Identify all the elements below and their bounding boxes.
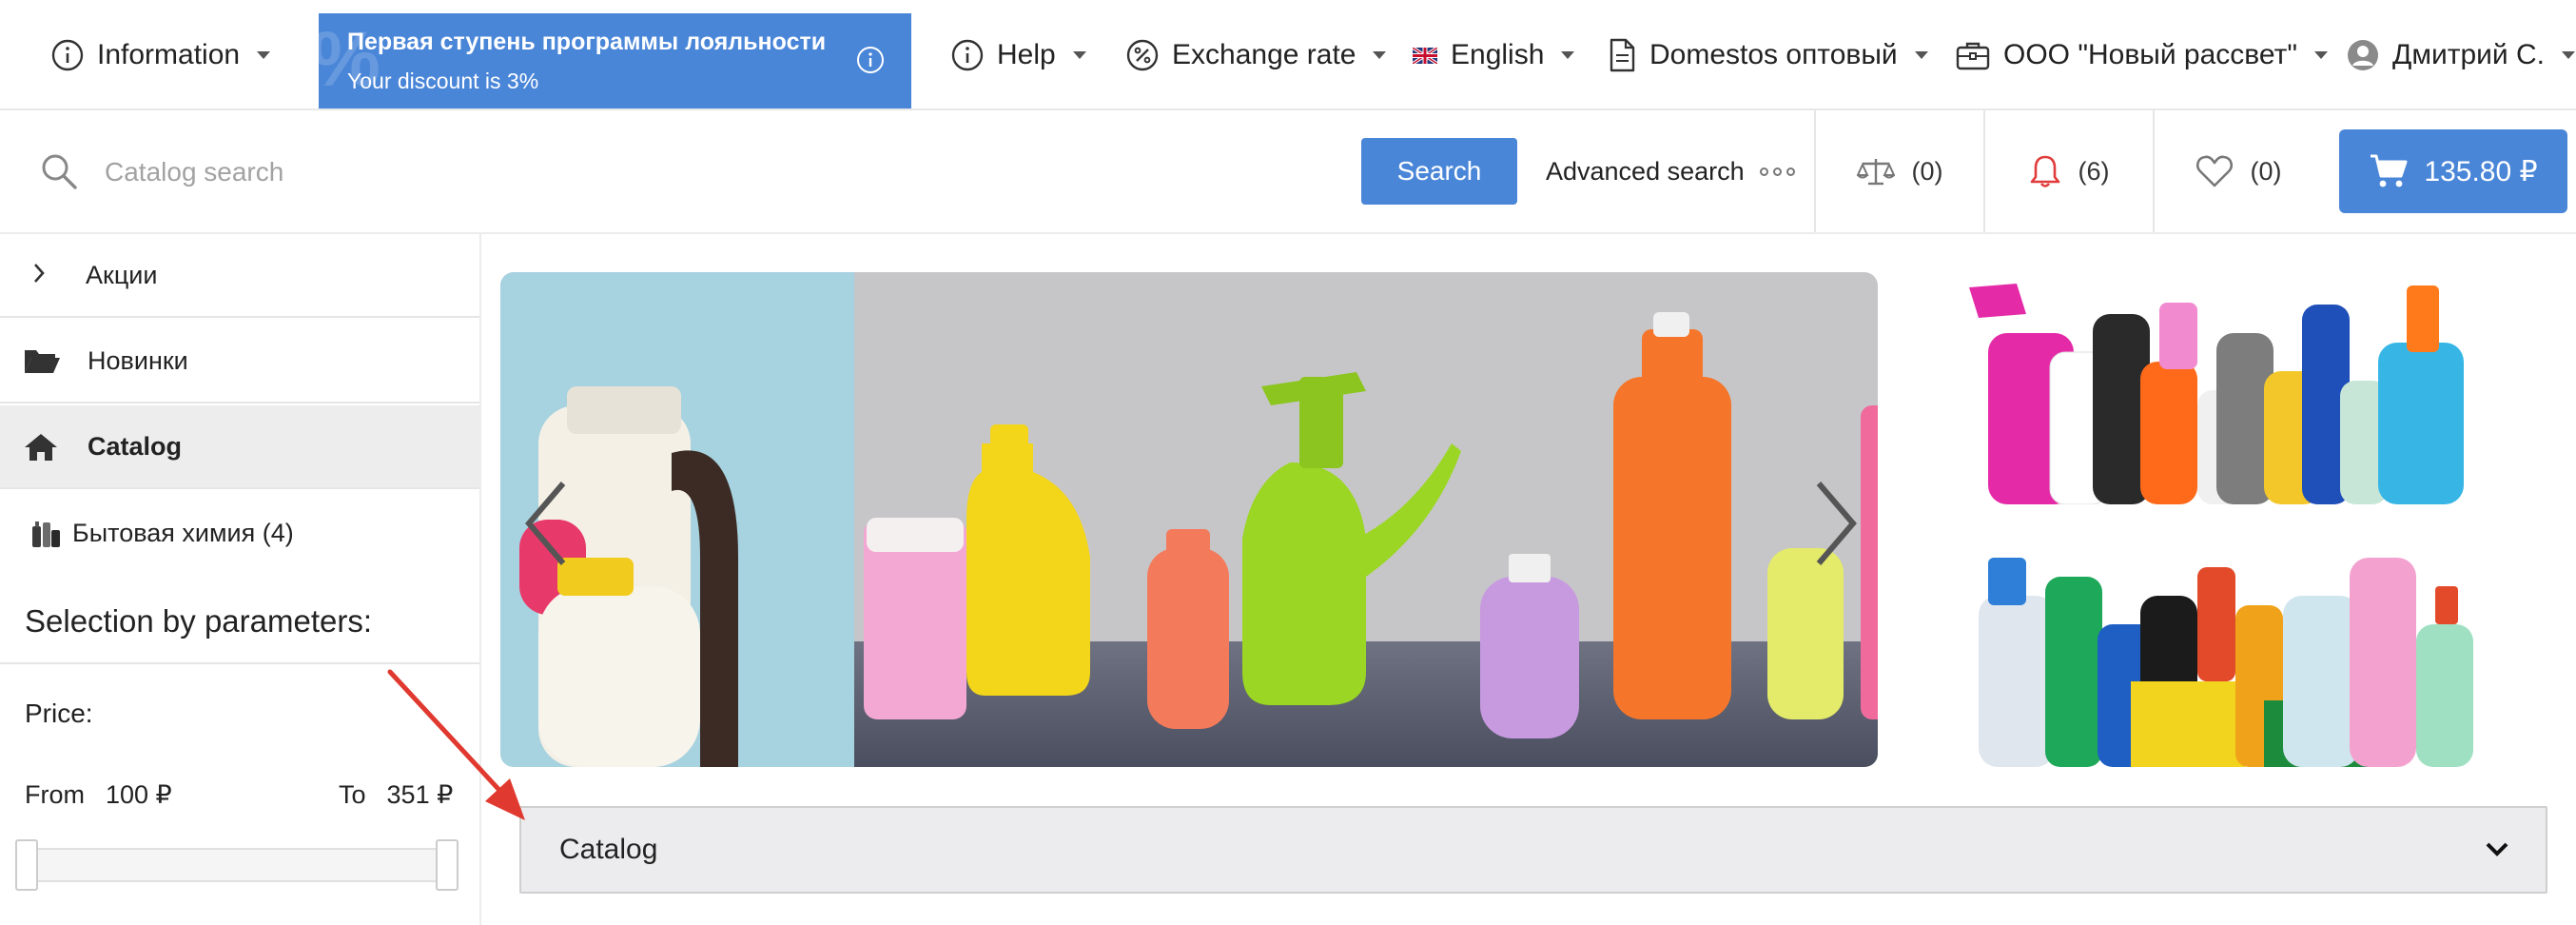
price-to: To 351 ₽ [339,780,453,810]
language-label: English [1451,39,1545,70]
search-bar: Search Advanced search (0) (6) (0) 135.8… [0,110,2576,234]
cleaning-products-image [1979,558,2473,767]
more-dots-icon [1759,167,1795,176]
exchange-rate-label: Exchange rate [1172,39,1356,70]
chevron-down-icon [1914,51,1928,59]
sidebar-item-label: Новинки [88,345,188,375]
user-menu[interactable]: Дмитрий С. [2347,0,2575,110]
price-to-value[interactable]: 351 ₽ [387,780,454,810]
top-navigation-bar: Information % Первая ступень программы л… [0,0,2576,110]
sidebar-item-household-chemicals[interactable]: Бытовая химия (4) [0,491,479,575]
info-icon [51,39,84,71]
chevron-down-icon [2486,842,2508,856]
notifications-counter[interactable]: (6) [1983,110,2153,232]
price-from-value[interactable]: 100 ₽ [106,780,172,810]
information-menu[interactable]: Information [51,0,271,110]
catalog-accordion[interactable]: Catalog [519,806,2547,894]
home-icon [25,434,57,461]
price-from-label: From [25,780,85,809]
exchange-rate-menu[interactable]: Exchange rate [1126,0,1387,110]
loyalty-discount: Your discount is 3% [347,69,539,93]
help-label: Help [997,39,1056,70]
cart-icon [2371,154,2408,187]
information-label: Information [97,39,241,70]
sidebar-item-label: Бытовая химия (4) [72,518,294,547]
info-icon [951,39,984,71]
sidebar: Акции Новинки Catalog Бытовая химия (4) … [0,234,481,925]
chevron-right-icon [34,264,45,283]
promo-image-bottom[interactable] [1960,539,2511,767]
sidebar-item-label: Акции [86,260,158,289]
advanced-search-label: Advanced search [1546,156,1745,186]
loyalty-program-banner[interactable]: % Первая ступень программы лояльности Yo… [319,13,911,108]
company-label: ООО "Новый рассвет" [2003,39,2297,70]
folder-open-icon [25,350,60,373]
search-button[interactable]: Search [1361,138,1517,205]
filter-title: Selection by parameters: [25,603,373,639]
price-filter-label: Price: [25,699,93,728]
chevron-down-icon [1072,51,1086,59]
chevron-down-icon [1561,51,1575,59]
cleaning-bottles-image [1969,284,2464,504]
carousel-prev-arrow-icon[interactable] [521,480,571,567]
promo-image-top[interactable] [1960,276,2511,504]
price-to-label: To [339,780,366,809]
carousel-next-arrow-icon[interactable] [1811,480,1861,567]
sidebar-item-promotions[interactable]: Акции [0,234,479,318]
chevron-down-icon [2313,51,2328,59]
scales-icon [1856,159,1895,186]
language-menu[interactable]: English [1413,0,1575,110]
info-icon[interactable] [856,46,885,74]
cart-total: 135.80 ₽ [2424,155,2538,187]
sidebar-item-label: Catalog [88,431,183,461]
percent-icon [1126,39,1159,71]
sidebar-item-new[interactable]: Новинки [0,320,479,403]
briefcase-icon [1956,42,1990,70]
bell-icon [2030,155,2059,187]
company-menu[interactable]: ООО "Новый рассвет" [1956,0,2328,110]
cart-button[interactable]: 135.80 ₽ [2339,129,2567,213]
catalog-accordion-title: Catalog [559,834,658,865]
sidebar-item-catalog[interactable]: Catalog [0,405,479,489]
price-list-label: Domestos оптовый [1649,39,1898,70]
loyalty-title: Первая ступень программы лояльности [347,29,827,55]
promo-carousel[interactable] [500,272,1878,767]
advanced-search-link[interactable]: Advanced search [1546,138,1795,205]
slider-min-handle[interactable] [15,839,38,891]
user-avatar-icon [2348,40,2378,70]
help-menu[interactable]: Help [951,0,1086,110]
price-range-slider[interactable] [25,848,453,882]
slider-max-handle[interactable] [436,839,459,891]
favorites-count: (0) [2250,156,2282,186]
chevron-down-icon [257,51,271,59]
catalog-search-input[interactable] [105,148,1303,196]
search-icon [42,154,77,189]
carousel-bottles-image [519,312,1878,767]
notifications-count: (6) [2078,156,2110,186]
price-list-menu[interactable]: Domestos оптовый [1608,0,1928,110]
document-icon [1610,38,1635,72]
heart-icon [2195,155,2233,187]
price-from: From 100 ₽ [25,780,172,810]
chevron-down-icon [2561,51,2575,59]
divider [0,662,479,664]
user-name: Дмитрий С. [2392,39,2545,70]
favorites-counter[interactable]: (0) [2153,110,2322,232]
compare-counter[interactable]: (0) [1814,110,1983,232]
compare-count: (0) [1911,156,1943,186]
uk-flag-icon [1413,47,1437,64]
chevron-down-icon [1373,51,1387,59]
category-thumbnail [32,522,60,547]
